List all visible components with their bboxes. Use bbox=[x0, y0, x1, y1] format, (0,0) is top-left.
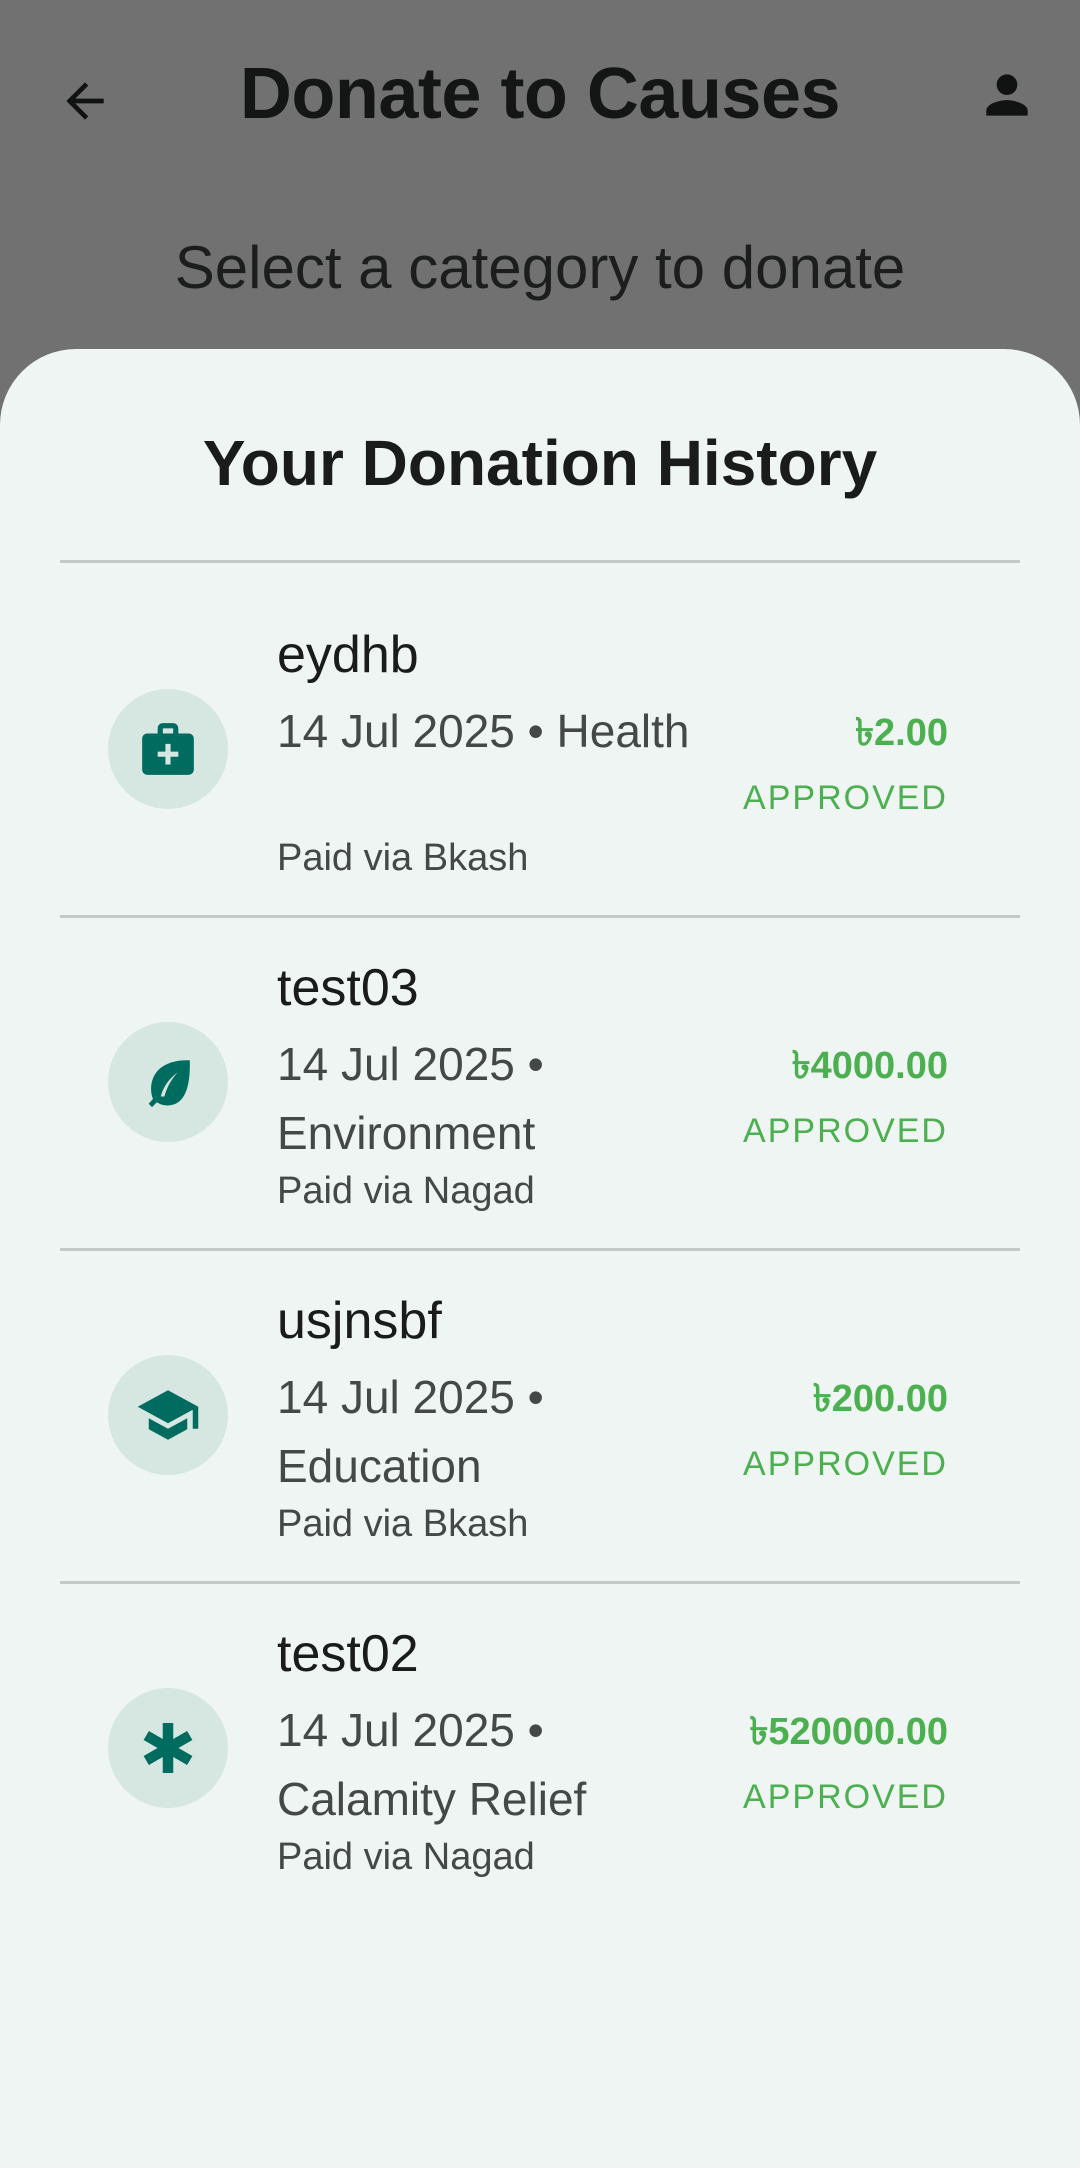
donation-date-category: 14 Jul 2025 • Education bbox=[277, 1371, 544, 1492]
donation-category: Environment bbox=[277, 1107, 536, 1159]
donation-category: Health bbox=[556, 705, 690, 757]
donation-date: 14 Jul 2025 bbox=[277, 1371, 515, 1423]
donation-amount: ৳4000.00 bbox=[791, 1045, 948, 1087]
donation-date: 14 Jul 2025 bbox=[277, 1038, 515, 1090]
status-badge: APPROVED bbox=[743, 1445, 948, 1483]
asterisk-icon bbox=[143, 1723, 193, 1773]
donation-date: 14 Jul 2025 bbox=[277, 705, 515, 757]
donation-date: 14 Jul 2025 bbox=[277, 1704, 515, 1756]
donation-amount: ৳520000.00 bbox=[749, 1711, 948, 1753]
donation-amount: ৳2.00 bbox=[855, 712, 948, 754]
payment-method: Paid via Nagad bbox=[277, 1836, 535, 1878]
payment-method: Paid via Nagad bbox=[277, 1170, 535, 1212]
back-button[interactable] bbox=[40, 56, 130, 146]
donation-date-category: 14 Jul 2025 • Environment bbox=[277, 1038, 544, 1159]
donation-amount: ৳200.00 bbox=[812, 1378, 948, 1420]
donation-row[interactable]: usjnsbf 14 Jul 2025 • Education Paid via… bbox=[60, 1229, 1020, 1559]
donation-name: eydhb bbox=[277, 626, 419, 684]
page-title: Donate to Causes bbox=[239, 54, 841, 134]
category-prompt: Select a category to donate bbox=[174, 234, 906, 301]
payment-method: Paid via Bkash bbox=[277, 837, 529, 879]
app-bar: Donate to Causes bbox=[0, 0, 1080, 190]
status-badge: APPROVED bbox=[743, 1112, 948, 1150]
donation-date-category: 14 Jul 2025 • Health bbox=[277, 705, 690, 757]
payment-method: Paid via Bkash bbox=[277, 1503, 529, 1545]
donation-name: test02 bbox=[277, 1625, 419, 1683]
donation-name: test03 bbox=[277, 959, 419, 1017]
graduation-cap-icon bbox=[137, 1390, 199, 1440]
person-icon bbox=[986, 74, 1028, 116]
donation-category: Calamity Relief bbox=[277, 1773, 587, 1825]
category-icon-badge bbox=[108, 689, 228, 809]
leaf-icon bbox=[148, 1060, 190, 1108]
status-badge: APPROVED bbox=[743, 779, 948, 817]
donation-date-category: 14 Jul 2025 • Calamity Relief bbox=[277, 1704, 587, 1825]
donation-history-sheet: Your Donation History eydhb 14 Jul 2025 … bbox=[0, 349, 1080, 2168]
donation-row[interactable]: eydhb 14 Jul 2025 • Health Paid via Bkas… bbox=[60, 563, 1020, 893]
donation-row[interactable]: test03 14 Jul 2025 • Environment Paid vi… bbox=[60, 896, 1020, 1226]
medical-bag-icon bbox=[142, 723, 194, 775]
status-badge: APPROVED bbox=[743, 1778, 948, 1816]
donate-screen: Donate to Causes Select a category to do… bbox=[0, 0, 1080, 2168]
donation-history-title: Your Donation History bbox=[202, 427, 878, 499]
arrow-back-icon bbox=[66, 82, 104, 120]
donation-row[interactable]: test02 14 Jul 2025 • Calamity Relief Pai… bbox=[60, 1562, 1020, 1892]
category-icon-badge bbox=[108, 1688, 228, 1808]
donation-name: usjnsbf bbox=[277, 1292, 442, 1350]
category-icon-badge bbox=[108, 1355, 228, 1475]
donation-category: Education bbox=[277, 1440, 482, 1492]
category-icon-badge bbox=[108, 1022, 228, 1142]
profile-button[interactable] bbox=[962, 50, 1052, 140]
